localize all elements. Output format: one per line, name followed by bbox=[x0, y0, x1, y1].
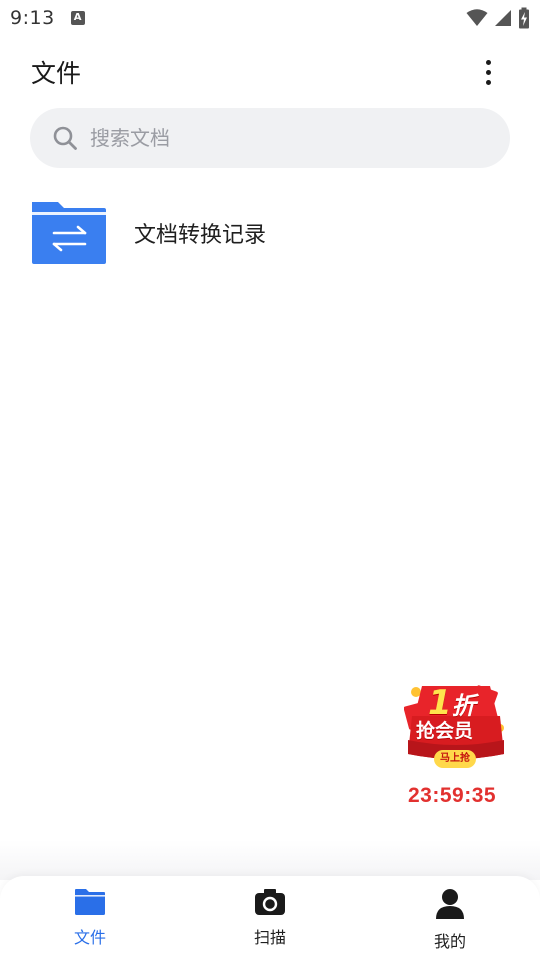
search-bar[interactable] bbox=[30, 108, 510, 168]
tab-scan[interactable]: 扫描 bbox=[210, 888, 330, 948]
promo-chip: 马上抢 bbox=[434, 750, 476, 768]
search-input[interactable] bbox=[90, 126, 450, 150]
battery-charging-icon bbox=[519, 7, 529, 29]
search-icon bbox=[53, 126, 77, 150]
app-header: 文件 bbox=[0, 48, 540, 96]
more-dot bbox=[485, 79, 491, 85]
promo-title: 抢会员 bbox=[416, 720, 474, 742]
promo-discount: 1折 bbox=[428, 686, 476, 720]
tab-files[interactable]: 文件 bbox=[30, 888, 150, 948]
folder-icon bbox=[75, 889, 105, 915]
status-time: 9:13 bbox=[10, 7, 55, 29]
camera-icon bbox=[255, 889, 285, 915]
promo-zhe-text: 折 bbox=[451, 692, 476, 720]
wifi-icon bbox=[466, 9, 488, 26]
more-vert-icon[interactable] bbox=[476, 52, 500, 92]
more-dot bbox=[485, 59, 491, 65]
a-letter-icon: A bbox=[70, 11, 85, 25]
tab-label: 文件 bbox=[73, 928, 106, 947]
tab-mine[interactable]: 我的 bbox=[390, 888, 510, 952]
promo-float-button[interactable]: 1折 抢会员 马上抢 23:59:35 bbox=[398, 682, 514, 812]
person-icon bbox=[436, 889, 464, 919]
more-dot bbox=[485, 69, 491, 75]
cell-signal-icon bbox=[495, 10, 511, 26]
page-title: 文件 bbox=[31, 59, 82, 88]
bottom-nav: 文件 扫描 我的 bbox=[0, 876, 540, 960]
bottom-fade bbox=[0, 840, 540, 880]
tab-label: 我的 bbox=[433, 932, 466, 951]
file-name: 文档转换记录 bbox=[134, 223, 267, 248]
status-bar: 9:13 A bbox=[0, 0, 540, 36]
countdown-timer: 23:59:35 bbox=[408, 784, 497, 807]
promo-number: 1 bbox=[428, 683, 452, 723]
status-left: 9:13 A bbox=[10, 7, 85, 29]
tab-label: 扫描 bbox=[253, 928, 286, 947]
list-item[interactable]: 文档转换记录 bbox=[30, 198, 510, 268]
status-right bbox=[466, 7, 530, 29]
folder-convert-icon bbox=[32, 202, 106, 264]
